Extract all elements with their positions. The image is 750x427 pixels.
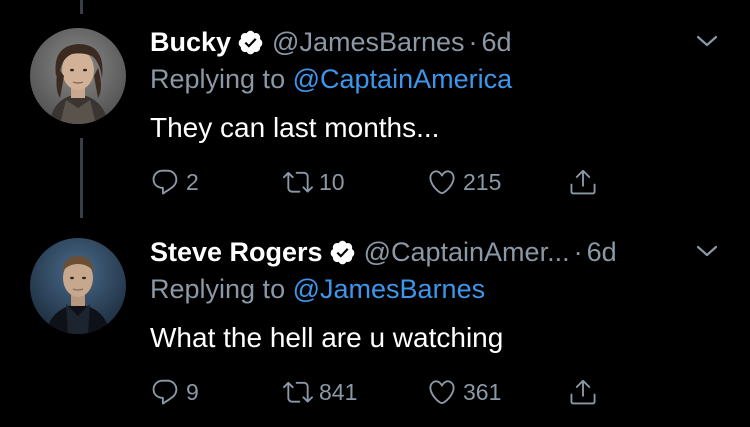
- replying-to-label: Replying to: [150, 64, 286, 94]
- share-icon: [570, 169, 596, 195]
- like-button[interactable]: 215: [427, 164, 501, 200]
- tweet-text: What the hell are u watching: [150, 322, 504, 353]
- like-button[interactable]: 361: [427, 374, 501, 410]
- tweet-text: They can last months...: [150, 112, 440, 143]
- heart-icon: [429, 380, 455, 405]
- replying-to-label: Replying to: [150, 274, 286, 304]
- separator-dot: ·: [573, 236, 583, 267]
- share-button[interactable]: [568, 374, 604, 410]
- tweet[interactable]: Bucky @JamesBarnes · 6d Replying to @Cap…: [0, 18, 750, 218]
- reply-icon: [152, 169, 178, 195]
- tweet-header: Bucky @JamesBarnes · 6d: [150, 24, 512, 60]
- timestamp[interactable]: 6d: [587, 237, 617, 268]
- reply-button[interactable]: 2: [150, 164, 199, 200]
- tweet-actions: 9 841 361: [150, 374, 610, 410]
- display-name[interactable]: Bucky: [150, 27, 231, 58]
- like-count: 361: [463, 378, 502, 405]
- chevron-down-icon[interactable]: [692, 26, 722, 56]
- user-handle[interactable]: @JamesBarnes: [272, 27, 464, 58]
- retweet-button[interactable]: 10: [283, 164, 345, 200]
- display-name[interactable]: Steve Rogers: [150, 237, 323, 268]
- replying-to: Replying to @CaptainAmerica: [150, 64, 512, 95]
- retweet-count: 841: [319, 378, 358, 405]
- retweet-count: 10: [319, 168, 345, 195]
- tweet-header: Steve Rogers @CaptainAmer... · 6d: [150, 234, 617, 270]
- replying-to: Replying to @JamesBarnes: [150, 274, 485, 305]
- retweet-button[interactable]: 841: [283, 374, 357, 410]
- share-button[interactable]: [568, 164, 604, 200]
- reply-count: 9: [186, 378, 199, 405]
- user-handle[interactable]: @CaptainAmer...: [364, 237, 570, 268]
- share-icon: [570, 379, 596, 405]
- chevron-down-icon[interactable]: [692, 236, 722, 266]
- timestamp[interactable]: 6d: [482, 27, 512, 58]
- reply-icon: [152, 379, 178, 405]
- reply-button[interactable]: 9: [150, 374, 199, 410]
- thread-line: [80, 0, 83, 14]
- mention-link[interactable]: @CaptainAmerica: [293, 64, 513, 94]
- separator-dot: ·: [468, 26, 478, 57]
- heart-icon: [429, 170, 455, 195]
- mention-link[interactable]: @JamesBarnes: [293, 274, 485, 304]
- avatar[interactable]: [30, 28, 126, 124]
- tweet-actions: 2 10 215: [150, 164, 610, 200]
- retweet-icon: [283, 381, 313, 403]
- like-count: 215: [463, 168, 502, 195]
- tweet[interactable]: Steve Rogers @CaptainAmer... · 6d Replyi…: [0, 228, 750, 427]
- verified-badge-icon: [237, 29, 264, 56]
- verified-badge-icon: [329, 239, 356, 266]
- retweet-icon: [283, 171, 313, 193]
- avatar[interactable]: [30, 238, 126, 334]
- reply-count: 2: [186, 168, 199, 195]
